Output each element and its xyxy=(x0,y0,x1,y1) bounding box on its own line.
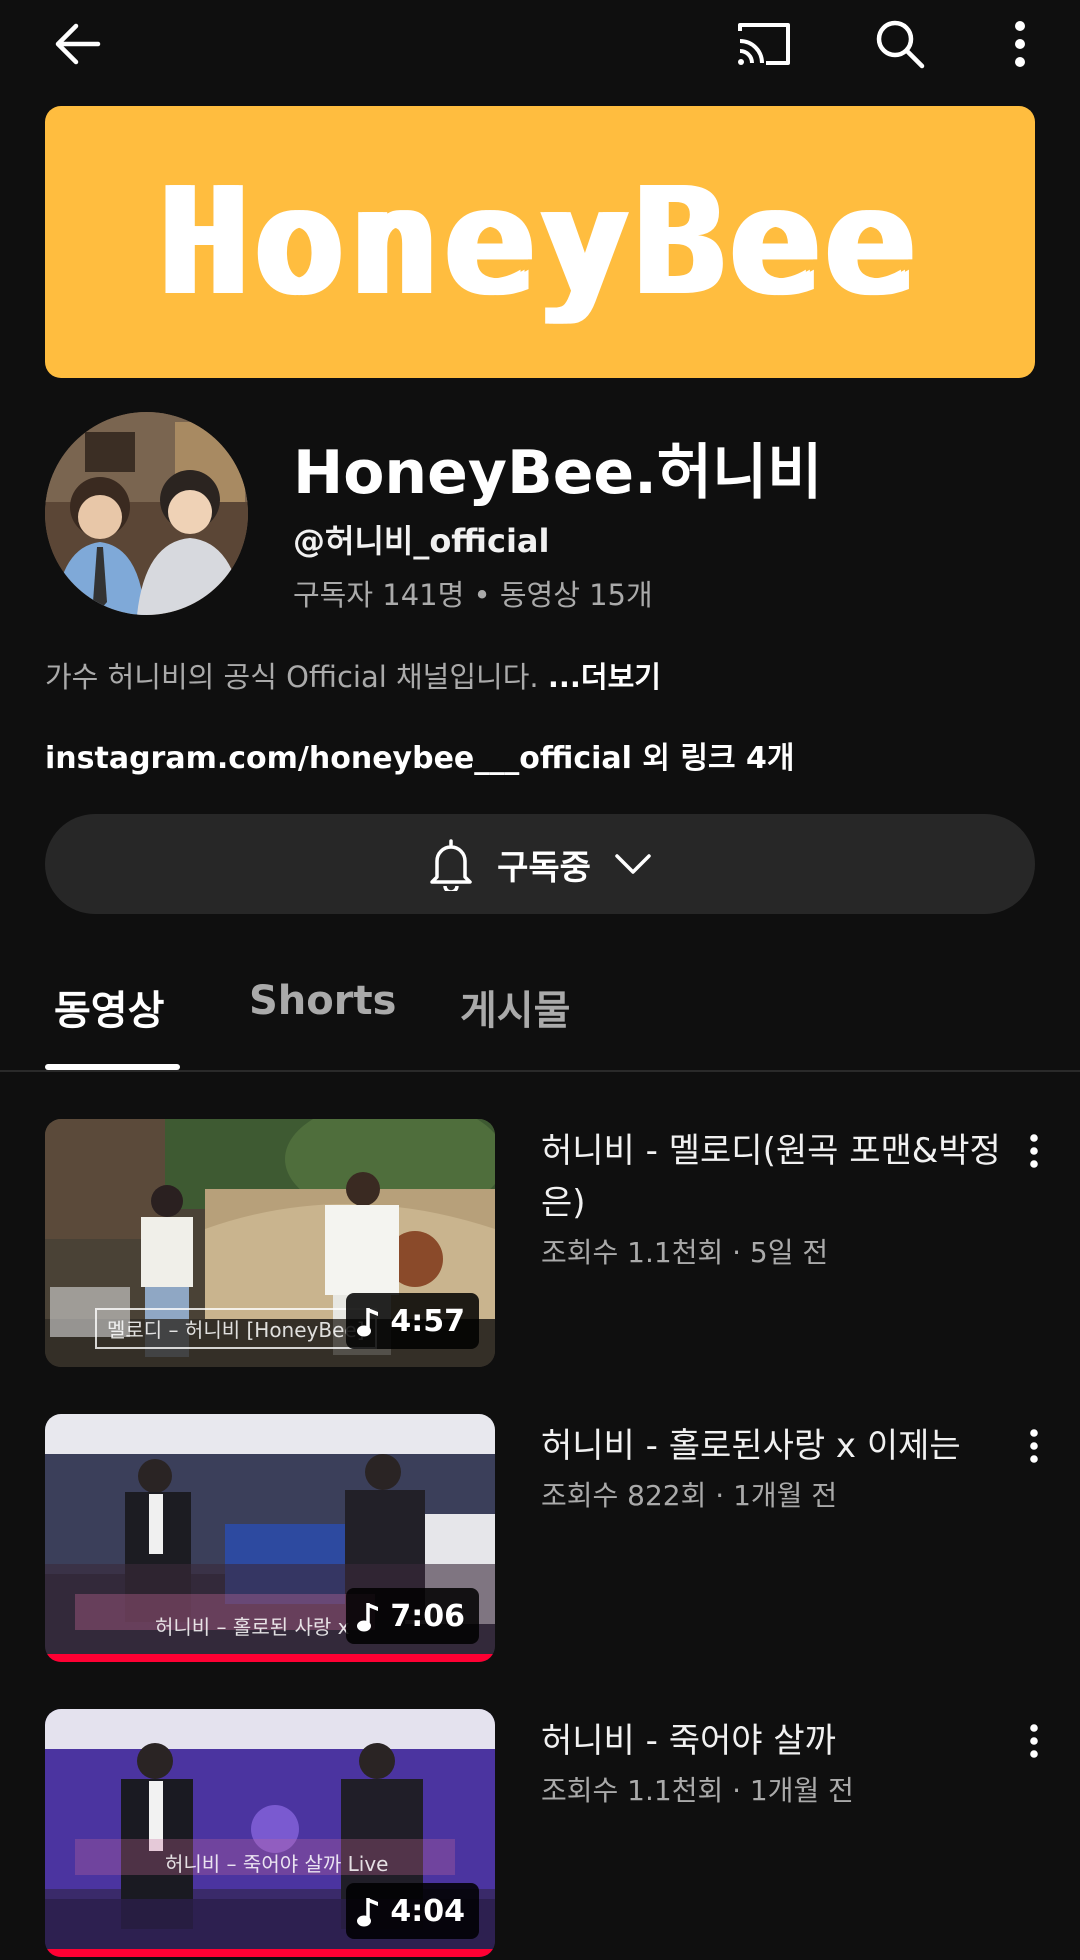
channel-links[interactable]: instagram.com/honeybee___official 외 링크 4… xyxy=(45,733,795,777)
channel-description[interactable]: 가수 허니비의 공식 Official 채널입니다. ...더보기 xyxy=(45,654,661,696)
music-note-icon xyxy=(357,1308,379,1337)
avatar-image xyxy=(45,412,248,615)
tab-shorts[interactable]: Shorts xyxy=(249,978,396,1024)
thumbnail-caption: 허니비 – 죽어야 살까 Live xyxy=(165,1852,389,1876)
arrow-left-icon xyxy=(55,23,101,65)
video-title[interactable]: 허니비 - 멜로디(원곡 포맨&박정은) xyxy=(541,1125,1001,1229)
show-more-link[interactable]: ...더보기 xyxy=(548,660,661,694)
channel-stats: 구독자 141명 • 동영상 15개 xyxy=(293,578,653,612)
channel-page: HoneyBee HoneyBee.허니비 @허니비_official 구독자 … xyxy=(0,0,1080,1960)
channel-avatar[interactable] xyxy=(45,412,248,615)
watch-progress-bar xyxy=(45,1949,495,1957)
more-vertical-icon xyxy=(1015,21,1025,67)
duration-badge: 4:04 xyxy=(346,1883,479,1939)
channel-name: HoneyBee.허니비 xyxy=(293,438,823,508)
duration-text: 4:04 xyxy=(390,1893,465,1929)
video-item[interactable]: 허니비 – 홀로된 사랑 x 7:06 허니비 - 홀로된사랑 x 이제는 조회… xyxy=(0,1414,1080,1662)
top-app-bar xyxy=(0,0,1080,96)
thumbnail-caption: 멜로디 – 허니비 [HoneyBee] xyxy=(95,1308,377,1349)
duration-text: 4:57 xyxy=(390,1303,465,1339)
bell-icon xyxy=(430,839,472,891)
video-meta: 조회수 1.1천회 · 5일 전 xyxy=(541,1236,829,1269)
subscribed-label: 구독중 xyxy=(497,847,591,888)
channel-handle: @허니비_official xyxy=(293,522,550,560)
video-menu-button[interactable] xyxy=(1012,1418,1056,1474)
more-vertical-icon xyxy=(1030,1134,1038,1168)
chevron-down-icon xyxy=(615,854,651,874)
cast-button[interactable] xyxy=(728,8,800,80)
cast-icon xyxy=(738,23,790,65)
video-meta: 조회수 822회 · 1개월 전 xyxy=(541,1479,838,1512)
duration-badge: 4:57 xyxy=(346,1293,479,1349)
tab-videos[interactable]: 동영상 xyxy=(54,978,164,1036)
video-title[interactable]: 허니비 - 홀로된사랑 x 이제는 xyxy=(541,1420,1001,1472)
description-text: 가수 허니비의 공식 Official 채널입니다. xyxy=(45,660,548,694)
video-thumbnail[interactable]: 허니비 – 죽어야 살까 Live 4:04 xyxy=(45,1709,495,1957)
video-thumbnail[interactable]: 허니비 – 홀로된 사랑 x 7:06 xyxy=(45,1414,495,1662)
music-note-icon xyxy=(357,1898,379,1927)
tab-posts[interactable]: 게시물 xyxy=(460,978,570,1036)
duration-text: 7:06 xyxy=(390,1598,465,1634)
video-item[interactable]: 허니비 – 죽어야 살까 Live 4:04 허니비 - 죽어야 살까 조회수 … xyxy=(0,1709,1080,1957)
active-tab-indicator xyxy=(45,1064,180,1070)
more-options-button[interactable] xyxy=(984,8,1056,80)
video-menu-button[interactable] xyxy=(1012,1713,1056,1769)
back-button[interactable] xyxy=(42,8,114,80)
watch-progress-bar xyxy=(45,1654,495,1662)
banner-logo: HoneyBee xyxy=(159,156,921,328)
video-meta: 조회수 1.1천회 · 1개월 전 xyxy=(541,1774,854,1807)
thumbnail-caption: 허니비 – 홀로된 사랑 x xyxy=(155,1615,350,1639)
channel-tabs: 동영상 Shorts 게시물 xyxy=(0,950,1080,1072)
more-vertical-icon xyxy=(1030,1429,1038,1463)
more-vertical-icon xyxy=(1030,1724,1038,1758)
channel-banner: HoneyBee xyxy=(45,106,1035,378)
video-thumbnail[interactable]: 멜로디 – 허니비 [HoneyBee] 4:57 xyxy=(45,1119,495,1367)
search-button[interactable] xyxy=(864,8,936,80)
video-item[interactable]: 멜로디 – 허니비 [HoneyBee] 4:57 허니비 - 멜로디(원곡 포… xyxy=(0,1119,1080,1367)
music-note-icon xyxy=(357,1603,379,1632)
subscribed-button[interactable]: 구독중 xyxy=(45,814,1035,914)
video-title[interactable]: 허니비 - 죽어야 살까 xyxy=(541,1715,1001,1767)
search-icon xyxy=(876,20,925,69)
video-menu-button[interactable] xyxy=(1012,1123,1056,1179)
duration-badge: 7:06 xyxy=(346,1588,479,1644)
